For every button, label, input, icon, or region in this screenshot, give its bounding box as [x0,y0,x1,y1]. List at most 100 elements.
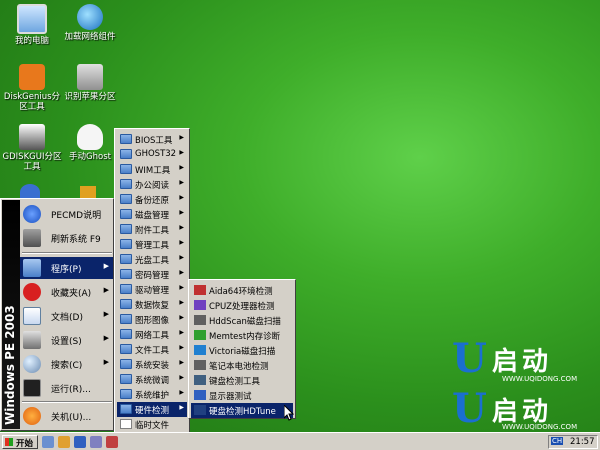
programs-item-label: 系统微调 [135,376,170,386]
tool-icon [194,375,206,385]
tool-icon [194,285,206,295]
quicklaunch-tool-icon[interactable] [106,436,118,448]
programs-item[interactable]: 硬件检测 ▶ [117,402,187,417]
folder-icon [120,299,132,309]
hardware-item[interactable]: Memtest内存诊断 [191,328,293,343]
programs-item-label: 图形图像 [135,316,170,326]
programs-item[interactable]: 管理工具 ▶ [117,237,187,252]
hardware-item[interactable]: 显示器测试 [191,388,293,403]
uqidong-logo-2: U 启动 WWW.UQIDONG.COM [448,385,578,433]
sidebar-title: Windows PE 2003 [3,305,17,425]
programs-item[interactable]: 办公阅读 ▶ [117,177,187,192]
hardware-item[interactable]: Aida64环境检测 [191,283,293,298]
desktop-icon-apple-partition[interactable]: 识别苹果分区 [58,64,122,102]
desktop-icon-label: 识别苹果分区 [64,92,116,102]
logo-text: 启动 [492,347,553,377]
programs-item[interactable]: 数据恢复 ▶ [117,297,187,312]
computer-icon [17,4,47,34]
programs-item[interactable]: 密码管理 ▶ [117,267,187,282]
programs-item[interactable]: 系统微调 ▶ [117,372,187,387]
start-item-run[interactable]: 运行(R)... [20,377,113,399]
language-indicator[interactable]: CH [551,437,564,445]
folder-icon [120,329,132,339]
disk-drive-icon [77,64,103,90]
programs-item[interactable]: 临时文件 [117,417,187,432]
desktop-icon-label: GDISKGUI分区工具 [2,152,62,172]
programs-item-label: 光盘工具 [135,256,170,266]
submenu-arrow-icon: ▶ [179,209,184,216]
start-item-shutdown[interactable]: 关机(U)... [20,405,113,427]
tool-icon [194,300,206,310]
programs-item[interactable]: 光盘工具 ▶ [117,252,187,267]
start-button[interactable]: 开始 [2,435,38,449]
folder-icon [120,374,132,384]
desktop-icon-manual-ghost[interactable]: 手动Ghost [58,124,122,162]
programs-item-label: 备份还原 [135,196,170,206]
programs-item[interactable]: 文件工具 ▶ [117,342,187,357]
desktop-icon-diskgenius[interactable]: DiskGenius分区工具 [0,64,64,112]
hardware-item[interactable]: HddScan磁盘扫描 [191,313,293,328]
quicklaunch-ghost-icon[interactable] [58,436,70,448]
programs-folder-icon [23,259,41,277]
uqidong-logo-1: U 启动 WWW.UQIDONG.COM [448,333,578,389]
tool-icon [194,345,206,355]
start-item-label: 搜索(C) [51,361,83,371]
logo-u-mark: U [452,385,487,432]
programs-item-label: 文件工具 [135,346,170,356]
submenu-arrow-icon: ▶ [179,179,184,186]
programs-item[interactable]: 附件工具 ▶ [117,222,187,237]
programs-item[interactable]: WIM工具 ▶ [117,162,187,177]
start-item-settings[interactable]: 设置(S) ▶ [20,329,113,351]
quicklaunch-explorer-icon[interactable] [90,436,102,448]
submenu-arrow-icon: ▶ [103,310,109,318]
hardware-item[interactable]: 笔记本电池检测 [191,358,293,373]
taskbar: 开始 CH 21:57 [0,432,600,450]
folder-icon [120,194,132,204]
start-item-pecmd[interactable]: PECMD说明 [20,203,113,225]
programs-item[interactable]: 系统维护 ▶ [117,387,187,402]
start-item-label: 关机(U)... [51,413,92,423]
quicklaunch-disk-icon[interactable] [74,436,86,448]
quicklaunch-desktop-icon[interactable] [42,436,54,448]
system-tray: CH 21:57 [548,435,598,449]
submenu-arrow-icon: ▶ [179,314,184,321]
desktop-icon-my-computer[interactable]: 我的电脑 [0,4,64,46]
programs-item[interactable]: GHOST32 ▶ [117,147,187,162]
hardware-item[interactable]: Victoria磁盘扫描 [191,343,293,358]
network-globe-icon [77,4,103,30]
hardware-item[interactable]: 键盘检测工具 [191,373,293,388]
clock[interactable]: 21:57 [570,437,595,447]
programs-item[interactable]: 驱动管理 ▶ [117,282,187,297]
programs-item-label: 系统维护 [135,391,170,401]
start-item-programs[interactable]: 程序(P) ▶ [20,257,113,279]
start-item-label: 刷新系统 F9 [51,235,101,245]
programs-item[interactable]: 网络工具 ▶ [117,327,187,342]
programs-item[interactable]: BIOS工具 ▶ [117,132,187,147]
programs-item-label: 管理工具 [135,241,170,251]
programs-item[interactable]: 备份还原 ▶ [117,192,187,207]
hardware-item[interactable]: 硬盘检测HDTune [191,403,293,418]
desktop-icon-load-network[interactable]: 加载网络组件 [58,4,122,42]
start-item-documents[interactable]: 文档(D) ▶ [20,305,113,327]
shutdown-icon [23,407,41,425]
start-item-label: 文档(D) [51,313,83,323]
menu-divider [22,401,112,403]
hardware-item[interactable]: CPUZ处理器检测 [191,298,293,313]
desktop-icon-gdiskgui[interactable]: GDISKGUI分区工具 [0,124,64,172]
programs-item[interactable]: 图形图像 ▶ [117,312,187,327]
programs-item-label: 密码管理 [135,271,170,281]
search-icon [23,355,41,373]
start-item-search[interactable]: 搜索(C) ▶ [20,353,113,375]
hardware-item-label: Memtest内存诊断 [209,332,281,342]
start-item-favorites[interactable]: 收藏夹(A) ▶ [20,281,113,303]
desktop-icon-label: 加载网络组件 [64,32,116,42]
diskgenius-icon [19,64,45,90]
submenu-arrow-icon: ▶ [103,286,109,294]
start-item-label: PECMD说明 [51,211,102,221]
programs-item[interactable]: 磁盘管理 ▶ [117,207,187,222]
folder-icon [120,179,132,189]
tool-icon [194,330,206,340]
start-item-refresh[interactable]: 刷新系统 F9 [20,227,113,249]
folder-icon [120,314,132,324]
programs-item[interactable]: 系统安装 ▶ [117,357,187,372]
